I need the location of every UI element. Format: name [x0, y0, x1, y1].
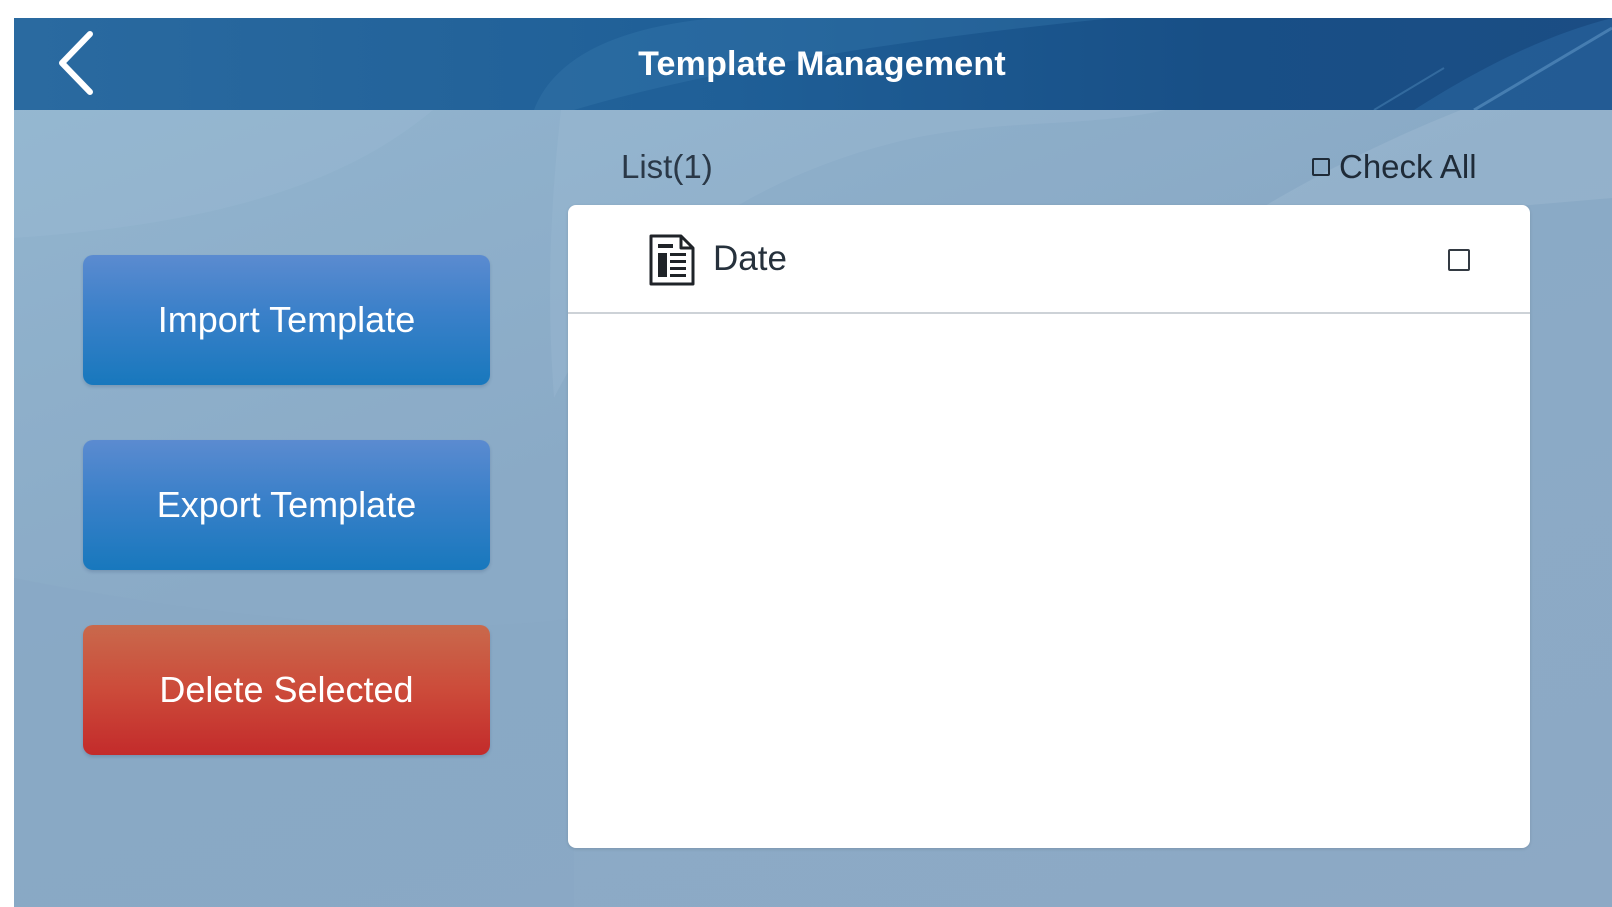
back-button[interactable]: [50, 28, 102, 98]
check-all-checkbox[interactable]: [1312, 158, 1330, 176]
check-all-toggle[interactable]: Check All: [1312, 148, 1477, 186]
template-list-panel: Date: [568, 205, 1530, 848]
header-bar: Template Management: [14, 18, 1612, 110]
export-template-button[interactable]: Export Template: [83, 440, 490, 570]
list-item-checkbox[interactable]: [1448, 249, 1470, 271]
import-template-button[interactable]: Import Template: [83, 255, 490, 385]
document-icon: [649, 234, 695, 286]
page-title: Template Management: [638, 45, 1006, 83]
list-item-name: Date: [713, 239, 787, 278]
screen: Template Management Import Template Expo…: [14, 18, 1612, 907]
list-count-label: List(1): [621, 148, 713, 185]
header-wave-decoration: [534, 18, 1612, 110]
check-all-label: Check All: [1339, 148, 1477, 185]
chevron-left-icon: [59, 31, 93, 95]
delete-selected-button[interactable]: Delete Selected: [83, 625, 490, 755]
list-item[interactable]: Date: [568, 205, 1530, 314]
